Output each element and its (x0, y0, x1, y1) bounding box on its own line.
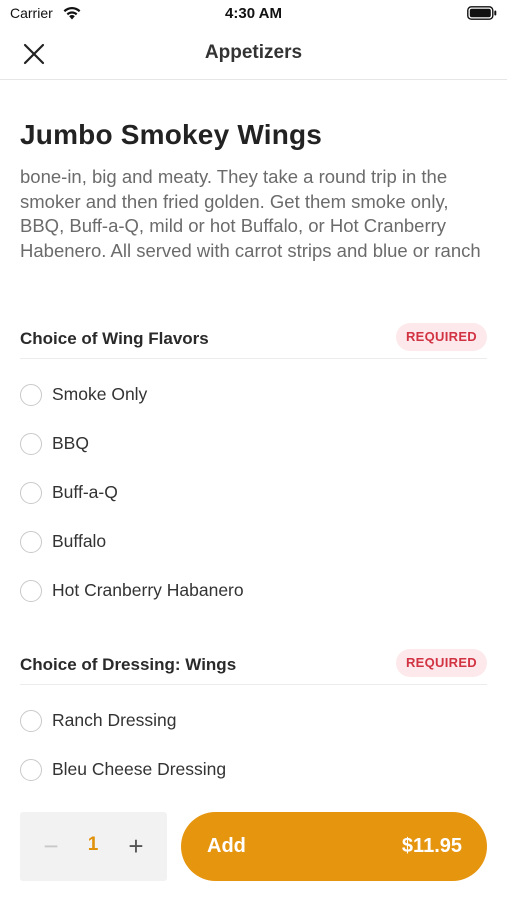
add-button-label: Add (207, 835, 246, 857)
radio-button[interactable] (20, 433, 42, 455)
radio-button[interactable] (20, 759, 42, 781)
item-description: bone-in, big and meaty. They take a roun… (20, 166, 481, 262)
increment-button[interactable]: + (119, 829, 153, 863)
page-title: Appetizers (204, 42, 303, 63)
option-group-header: Choice of Dressing: Wings REQUIRED (20, 649, 487, 685)
status-time: 4:30 AM (225, 5, 282, 22)
status-bar: Carrier 4:30 AM (0, 0, 507, 28)
battery-icon (467, 6, 497, 20)
radio-button[interactable] (20, 482, 42, 504)
option-ranch-dressing[interactable]: Ranch Dressing (20, 701, 487, 741)
option-label: Hot Cranberry Habanero (52, 580, 244, 600)
option-buffalo[interactable]: Buffalo (20, 522, 487, 562)
option-label: Buff-a-Q (52, 482, 118, 502)
order-footer: − 1 + Add $11.95 (0, 792, 507, 900)
option-label: Bleu Cheese Dressing (52, 759, 227, 779)
option-label: Smoke Only (52, 384, 148, 404)
option-smoke-only[interactable]: Smoke Only (20, 375, 487, 415)
close-icon (23, 43, 45, 65)
radio-button[interactable] (20, 710, 42, 732)
item-detail-scroll[interactable]: Jumbo Smokey Wings bone-in, big and meat… (0, 81, 507, 791)
add-button-price: $11.95 (401, 835, 462, 857)
item-title: Jumbo Smokey Wings (20, 119, 323, 150)
option-hot-cranberry-habanero[interactable]: Hot Cranberry Habanero (20, 571, 487, 611)
option-buff-a-q[interactable]: Buff-a-Q (20, 473, 487, 513)
nav-bar: Appetizers (0, 28, 507, 80)
radio-button[interactable] (20, 580, 42, 602)
option-group-title: Choice of Wing Flavors (20, 329, 209, 348)
option-group-title: Choice of Dressing: Wings (20, 655, 237, 674)
option-group-header: Choice of Wing Flavors REQUIRED (20, 323, 487, 359)
add-to-order-button[interactable]: Add $11.95 (181, 812, 487, 881)
radio-button[interactable] (20, 384, 42, 406)
quantity-stepper: − 1 + (20, 812, 167, 881)
option-label: Buffalo (52, 531, 107, 551)
quantity-value: 1 (87, 834, 99, 855)
option-label: BBQ (52, 433, 89, 453)
close-button[interactable] (16, 36, 52, 72)
radio-button[interactable] (20, 531, 42, 553)
option-bleu-cheese-dressing[interactable]: Bleu Cheese Dressing (20, 750, 487, 790)
required-badge: REQUIRED (395, 649, 487, 677)
option-label: Ranch Dressing (52, 710, 177, 730)
option-bbq[interactable]: BBQ (20, 424, 487, 464)
decrement-button[interactable]: − (34, 829, 68, 863)
required-badge: REQUIRED (395, 323, 487, 351)
